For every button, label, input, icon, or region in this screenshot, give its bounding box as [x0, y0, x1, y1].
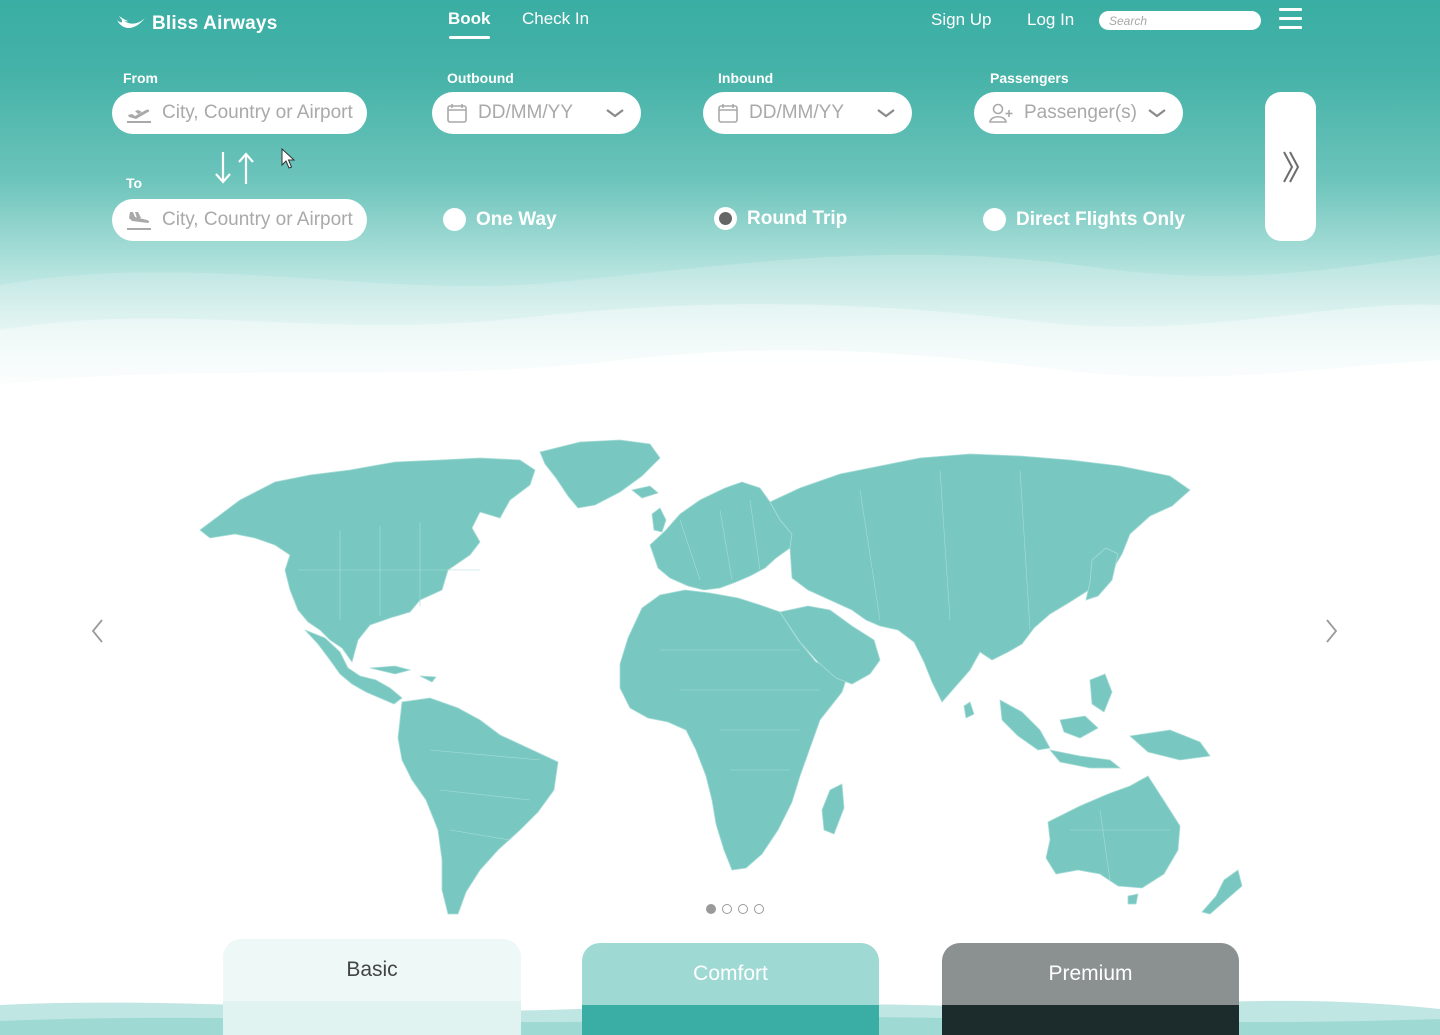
one-way-radio[interactable]: One Way [443, 208, 557, 231]
fare-card-basic[interactable]: Basic [223, 939, 521, 1035]
carousel-indicators [706, 904, 764, 914]
plane-landing-icon [127, 212, 151, 230]
carousel-prev-icon[interactable] [90, 618, 106, 644]
to-label: To [126, 175, 143, 191]
inbound-date-field[interactable]: DD/MM/YY [703, 92, 912, 134]
brand-name: Bliss Airways [152, 13, 278, 34]
passengers-placeholder: Passenger(s) [1024, 102, 1137, 123]
fare-card-premium-body [942, 1005, 1239, 1035]
direct-flights-only-checkbox[interactable]: Direct Flights Only [983, 208, 1185, 231]
fare-card-comfort[interactable]: Comfort [582, 943, 879, 1035]
calendar-icon [718, 104, 738, 123]
inbound-placeholder: DD/MM/YY [749, 102, 844, 123]
round-trip-radio[interactable]: Round Trip [714, 207, 847, 230]
hamburger-menu-icon[interactable] [1279, 8, 1302, 30]
from-placeholder: City, Country or Airport [162, 102, 353, 123]
carousel-dot[interactable] [706, 904, 716, 914]
carousel-dot[interactable] [722, 904, 732, 914]
carousel-dot[interactable] [738, 904, 748, 914]
fare-card-premium[interactable]: Premium [942, 943, 1239, 1035]
to-placeholder: City, Country or Airport [162, 209, 353, 230]
inbound-label: Inbound [718, 70, 774, 86]
fare-card-basic-title: Basic [223, 939, 521, 1001]
direct-flights-only-label: Direct Flights Only [1016, 208, 1185, 230]
from-field[interactable]: City, Country or Airport [112, 92, 367, 134]
search-input[interactable] [1099, 11, 1261, 30]
outbound-label: Outbound [447, 70, 514, 86]
chevron-down-icon [877, 109, 895, 118]
mouse-pointer-icon [281, 148, 296, 169]
checkbox-circle[interactable] [983, 208, 1006, 231]
calendar-icon [447, 104, 467, 123]
search-flights-button[interactable] [1265, 92, 1316, 241]
log-in-link[interactable]: Log In [1027, 10, 1074, 30]
swap-arrows-icon[interactable] [213, 150, 257, 186]
fare-card-comfort-title: Comfort [582, 943, 879, 1005]
add-person-icon [989, 103, 1013, 123]
fare-card-premium-title: Premium [942, 943, 1239, 1005]
passengers-field[interactable]: Passenger(s) [974, 92, 1183, 134]
round-trip-label: Round Trip [747, 207, 848, 229]
carousel-next-icon[interactable] [1323, 618, 1339, 644]
world-map [199, 439, 1243, 915]
one-way-label: One Way [476, 208, 557, 230]
double-chevron-right-icon [1282, 151, 1299, 182]
chevron-down-icon [606, 109, 624, 118]
from-label: From [123, 70, 158, 86]
outbound-placeholder: DD/MM/YY [478, 102, 573, 123]
passengers-label: Passengers [990, 70, 1069, 86]
fare-card-comfort-body [582, 1005, 879, 1035]
fare-card-basic-body [223, 1001, 521, 1035]
carousel-dot[interactable] [754, 904, 764, 914]
sign-up-link[interactable]: Sign Up [931, 10, 991, 30]
plane-takeoff-icon [127, 109, 151, 123]
chevron-down-icon [1148, 109, 1166, 118]
to-field[interactable]: City, Country or Airport [112, 199, 367, 241]
wing-logo-icon [117, 16, 145, 28]
tab-check-in[interactable]: Check In [522, 9, 589, 29]
brand-logo[interactable]: Bliss Airways [116, 10, 277, 38]
tab-book[interactable]: Book [448, 9, 491, 39]
radio-circle-selected[interactable] [714, 207, 737, 230]
outbound-date-field[interactable]: DD/MM/YY [432, 92, 641, 134]
radio-circle[interactable] [443, 208, 466, 231]
